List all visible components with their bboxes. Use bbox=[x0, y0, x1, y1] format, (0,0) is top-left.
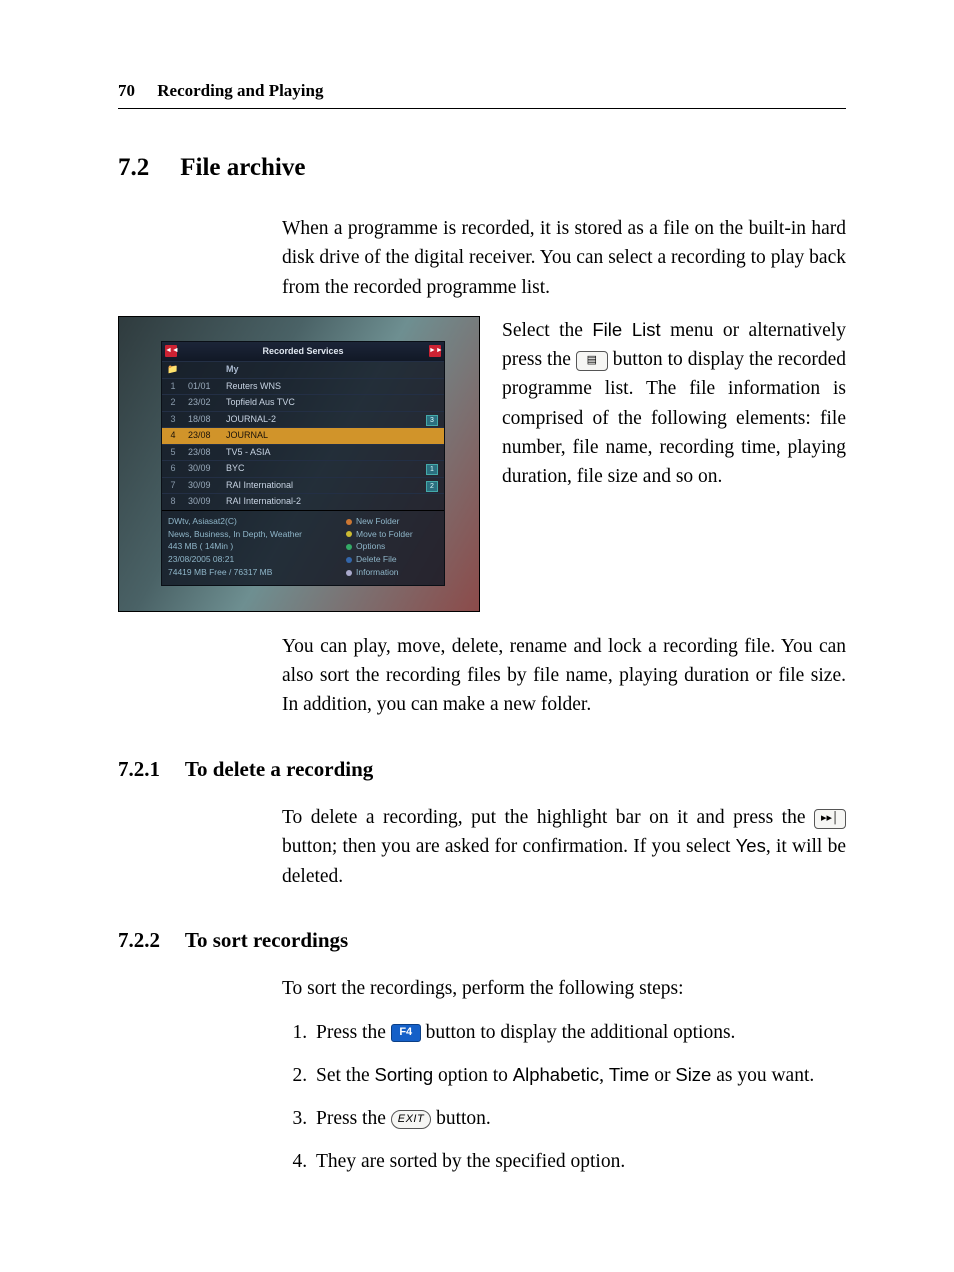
list-item: 318/08JOURNAL-23 bbox=[162, 411, 444, 428]
osd-file-list: 📁 My 101/01Reuters WNS 223/02Topfield Au… bbox=[162, 361, 444, 510]
recorded-services-screenshot: ◄◄ Recorded Services ►► 📁 My 101/01Reute… bbox=[118, 316, 480, 612]
option-time: Time bbox=[609, 1064, 649, 1085]
sec72-para2: You can play, move, delete, rename and l… bbox=[282, 632, 846, 720]
sec72-intro: When a programme is recorded, it is stor… bbox=[282, 214, 846, 302]
step-2: Set the Sorting option to Alphabetic, Ti… bbox=[312, 1061, 846, 1090]
blue-dot-icon bbox=[346, 557, 352, 563]
option-size: Size bbox=[675, 1064, 711, 1085]
green-dot-icon bbox=[346, 544, 352, 550]
sort-steps-list: Press the F4 button to display the addit… bbox=[282, 1018, 846, 1177]
sec72-side-paragraph: Select the File List menu or alternative… bbox=[502, 316, 846, 492]
running-header: 70 Recording and Playing bbox=[118, 78, 846, 109]
f4-button-icon: F4 bbox=[391, 1024, 421, 1042]
forward-icon: ►► bbox=[429, 345, 441, 357]
list-item: 630/09BYC1 bbox=[162, 461, 444, 478]
sec722-intro: To sort the recordings, perform the foll… bbox=[282, 974, 846, 1003]
sec721-paragraph: To delete a recording, put the highlight… bbox=[282, 803, 846, 891]
osd-panel: ◄◄ Recorded Services ►► 📁 My 101/01Reute… bbox=[161, 341, 445, 586]
list-item-selected: 423/08JOURNAL bbox=[162, 428, 444, 445]
menu-file-list: File List bbox=[592, 319, 660, 340]
list-item: 📁 My bbox=[162, 362, 444, 379]
confirm-yes-label: Yes bbox=[736, 835, 766, 856]
step-3: Press the EXIT button. bbox=[312, 1104, 846, 1133]
section-heading-7-2: 7.2 File archive bbox=[118, 149, 846, 187]
list-item: 730/09RAI International2 bbox=[162, 477, 444, 494]
osd-info-panel: DWtv, Asiasat2(C) News, Business, In Dep… bbox=[162, 510, 444, 585]
step-4: They are sorted by the specified option. bbox=[312, 1147, 846, 1176]
red-dot-icon bbox=[346, 519, 352, 525]
skip-forward-button-icon: ▸▸│ bbox=[814, 809, 846, 829]
section-heading-7-2-1: 7.2.1 To delete a recording bbox=[118, 754, 846, 786]
page-number: 70 bbox=[118, 81, 135, 100]
rewind-icon: ◄◄ bbox=[165, 345, 177, 357]
list-item: 523/08TV5 - ASIA bbox=[162, 444, 444, 461]
section-heading-7-2-2: 7.2.2 To sort recordings bbox=[118, 925, 846, 957]
folder-icon: 📁 bbox=[162, 362, 184, 379]
file-list-button-icon: ▤ bbox=[576, 351, 608, 371]
option-alphabetic: Alphabetic bbox=[513, 1064, 599, 1085]
option-sorting: Sorting bbox=[375, 1064, 434, 1085]
list-item: 223/02Topfield Aus TVC bbox=[162, 395, 444, 412]
running-title: Recording and Playing bbox=[157, 81, 323, 100]
exit-button-icon: EXIT bbox=[391, 1110, 431, 1129]
osd-title: ◄◄ Recorded Services ►► bbox=[162, 342, 444, 362]
list-item: 830/09RAI International-2 bbox=[162, 494, 444, 510]
white-dot-icon bbox=[346, 570, 352, 576]
list-item: 101/01Reuters WNS bbox=[162, 378, 444, 395]
step-1: Press the F4 button to display the addit… bbox=[312, 1018, 846, 1047]
yellow-dot-icon bbox=[346, 531, 352, 537]
